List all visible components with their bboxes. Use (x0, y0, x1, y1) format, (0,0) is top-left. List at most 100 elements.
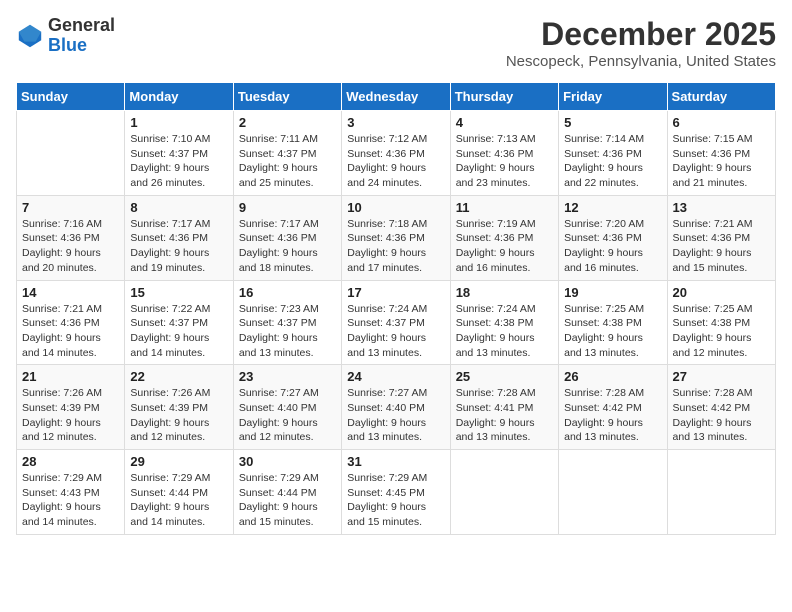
day-number: 21 (22, 369, 119, 384)
calendar-cell: 21 Sunrise: 7:26 AMSunset: 4:39 PMDayligh… (17, 365, 125, 450)
calendar-cell: 16Sunrise: 7:23 AMSunset: 4:37 PMDayligh… (233, 280, 341, 365)
weekday-header-row: SundayMondayTuesdayWednesdayThursdayFrid… (17, 83, 776, 111)
calendar-cell: 13 Sunrise: 7:21 AMSunset: 4:36 PMDayligh… (667, 195, 775, 280)
calendar-cell: 1 Sunrise: 7:10 AMSunset: 4:37 PMDaylight… (125, 111, 233, 196)
day-number: 16 (239, 285, 336, 300)
calendar-cell: 2 Sunrise: 7:11 AMSunset: 4:37 PMDaylight… (233, 111, 341, 196)
day-number: 5 (564, 115, 661, 130)
calendar-week-row: 28 Sunrise: 7:29 AMSunset: 4:43 PMDayligh… (17, 450, 776, 535)
calendar-cell: 8 Sunrise: 7:17 AMSunset: 4:36 PMDaylight… (125, 195, 233, 280)
day-number: 1 (130, 115, 227, 130)
day-number: 14 (22, 285, 119, 300)
day-info: Sunrise: 7:25 AMSunset: 4:38 PMDaylight:… (673, 302, 770, 361)
day-info: Sunrise: 7:21 AMSunset: 4:36 PMDaylight:… (673, 217, 770, 276)
day-number: 23 (239, 369, 336, 384)
weekday-header-friday: Friday (559, 83, 667, 111)
day-info: Sunrise: 7:20 AMSunset: 4:36 PMDaylight:… (564, 217, 661, 276)
day-number: 6 (673, 115, 770, 130)
weekday-header-wednesday: Wednesday (342, 83, 450, 111)
logo-line2: Blue (48, 36, 115, 56)
calendar-cell: 22 Sunrise: 7:26 AMSunset: 4:39 PMDayligh… (125, 365, 233, 450)
day-info: Sunrise: 7:26 AMSunset: 4:39 PMDaylight:… (130, 386, 227, 445)
calendar-cell: 5Sunrise: 7:14 AMSunset: 4:36 PMDaylight… (559, 111, 667, 196)
day-number: 19 (564, 285, 661, 300)
day-info: Sunrise: 7:29 AMSunset: 4:44 PMDaylight:… (239, 471, 336, 530)
calendar-cell: 17Sunrise: 7:24 AMSunset: 4:37 PMDayligh… (342, 280, 450, 365)
calendar-cell: 19Sunrise: 7:25 AMSunset: 4:38 PMDayligh… (559, 280, 667, 365)
day-number: 10 (347, 200, 444, 215)
calendar-cell (559, 450, 667, 535)
day-info: Sunrise: 7:10 AMSunset: 4:37 PMDaylight:… (130, 132, 227, 191)
day-number: 8 (130, 200, 227, 215)
weekday-header-monday: Monday (125, 83, 233, 111)
day-info: Sunrise: 7:29 AMSunset: 4:45 PMDaylight:… (347, 471, 444, 530)
day-number: 17 (347, 285, 444, 300)
calendar-cell (450, 450, 558, 535)
calendar-cell: 23 Sunrise: 7:27 AMSunset: 4:40 PMDayligh… (233, 365, 341, 450)
day-info: Sunrise: 7:22 AMSunset: 4:37 PMDaylight:… (130, 302, 227, 361)
calendar-cell: 11Sunrise: 7:19 AMSunset: 4:36 PMDayligh… (450, 195, 558, 280)
day-number: 13 (673, 200, 770, 215)
day-info: Sunrise: 7:11 AMSunset: 4:37 PMDaylight:… (239, 132, 336, 191)
day-number: 22 (130, 369, 227, 384)
day-info: Sunrise: 7:17 AMSunset: 4:36 PMDaylight:… (130, 217, 227, 276)
logo: General Blue (16, 16, 115, 56)
day-info: Sunrise: 7:19 AMSunset: 4:36 PMDaylight:… (456, 217, 553, 276)
day-number: 2 (239, 115, 336, 130)
calendar-cell: 31 Sunrise: 7:29 AMSunset: 4:45 PMDayligh… (342, 450, 450, 535)
weekday-header-saturday: Saturday (667, 83, 775, 111)
weekday-header-tuesday: Tuesday (233, 83, 341, 111)
calendar-cell: 20 Sunrise: 7:25 AMSunset: 4:38 PMDayligh… (667, 280, 775, 365)
day-info: Sunrise: 7:13 AMSunset: 4:36 PMDaylight:… (456, 132, 553, 191)
day-info: Sunrise: 7:12 AMSunset: 4:36 PMDaylight:… (347, 132, 444, 191)
day-info: Sunrise: 7:15 AMSunset: 4:36 PMDaylight:… (673, 132, 770, 191)
calendar-cell: 28 Sunrise: 7:29 AMSunset: 4:43 PMDayligh… (17, 450, 125, 535)
calendar-week-row: 7 Sunrise: 7:16 AMSunset: 4:36 PMDaylight… (17, 195, 776, 280)
day-number: 12 (564, 200, 661, 215)
day-number: 15 (130, 285, 227, 300)
weekday-header-thursday: Thursday (450, 83, 558, 111)
day-number: 24 (347, 369, 444, 384)
day-number: 7 (22, 200, 119, 215)
calendar-cell: 6 Sunrise: 7:15 AMSunset: 4:36 PMDaylight… (667, 111, 775, 196)
calendar-cell: 3 Sunrise: 7:12 AMSunset: 4:36 PMDaylight… (342, 111, 450, 196)
calendar-week-row: 21 Sunrise: 7:26 AMSunset: 4:39 PMDayligh… (17, 365, 776, 450)
weekday-header-sunday: Sunday (17, 83, 125, 111)
calendar-cell: 29Sunrise: 7:29 AMSunset: 4:44 PMDayligh… (125, 450, 233, 535)
day-info: Sunrise: 7:28 AMSunset: 4:42 PMDaylight:… (564, 386, 661, 445)
calendar-cell: 9 Sunrise: 7:17 AMSunset: 4:36 PMDaylight… (233, 195, 341, 280)
calendar-title: December 2025 (506, 16, 776, 53)
day-info: Sunrise: 7:29 AMSunset: 4:43 PMDaylight:… (22, 471, 119, 530)
calendar-week-row: 1 Sunrise: 7:10 AMSunset: 4:37 PMDaylight… (17, 111, 776, 196)
calendar-cell: 4 Sunrise: 7:13 AMSunset: 4:36 PMDaylight… (450, 111, 558, 196)
day-number: 25 (456, 369, 553, 384)
calendar-table: SundayMondayTuesdayWednesdayThursdayFrid… (16, 82, 776, 535)
day-number: 29 (130, 454, 227, 469)
day-number: 20 (673, 285, 770, 300)
day-info: Sunrise: 7:27 AMSunset: 4:40 PMDaylight:… (347, 386, 444, 445)
calendar-cell (667, 450, 775, 535)
day-number: 30 (239, 454, 336, 469)
day-number: 28 (22, 454, 119, 469)
calendar-cell: 18Sunrise: 7:24 AMSunset: 4:38 PMDayligh… (450, 280, 558, 365)
calendar-week-row: 14Sunrise: 7:21 AMSunset: 4:36 PMDayligh… (17, 280, 776, 365)
page-header: General Blue December 2025 Nescopeck, Pe… (16, 16, 776, 70)
logo-icon (16, 22, 44, 50)
calendar-cell: 14Sunrise: 7:21 AMSunset: 4:36 PMDayligh… (17, 280, 125, 365)
calendar-cell: 26 Sunrise: 7:28 AMSunset: 4:42 PMDayligh… (559, 365, 667, 450)
day-number: 9 (239, 200, 336, 215)
calendar-cell: 12 Sunrise: 7:20 AMSunset: 4:36 PMDayligh… (559, 195, 667, 280)
calendar-cell: 10Sunrise: 7:18 AMSunset: 4:36 PMDayligh… (342, 195, 450, 280)
day-info: Sunrise: 7:26 AMSunset: 4:39 PMDaylight:… (22, 386, 119, 445)
day-info: Sunrise: 7:16 AMSunset: 4:36 PMDaylight:… (22, 217, 119, 276)
day-number: 3 (347, 115, 444, 130)
day-info: Sunrise: 7:17 AMSunset: 4:36 PMDaylight:… (239, 217, 336, 276)
day-number: 4 (456, 115, 553, 130)
calendar-cell: 25Sunrise: 7:28 AMSunset: 4:41 PMDayligh… (450, 365, 558, 450)
title-block: December 2025 Nescopeck, Pennsylvania, U… (506, 16, 776, 70)
day-info: Sunrise: 7:27 AMSunset: 4:40 PMDaylight:… (239, 386, 336, 445)
calendar-cell: 27Sunrise: 7:28 AMSunset: 4:42 PMDayligh… (667, 365, 775, 450)
day-number: 26 (564, 369, 661, 384)
calendar-cell (17, 111, 125, 196)
day-number: 31 (347, 454, 444, 469)
